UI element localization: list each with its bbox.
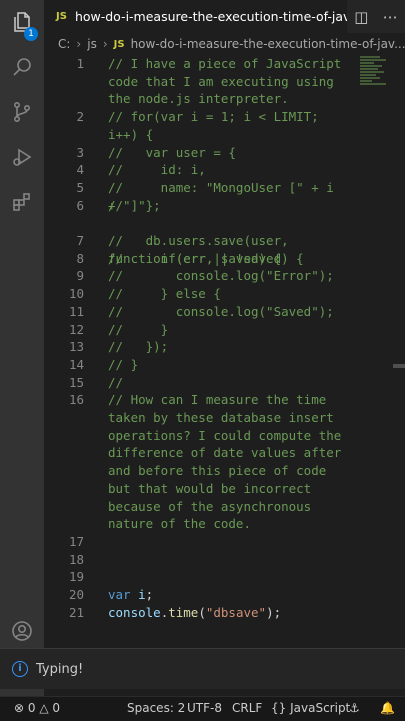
line-code: //: [108, 374, 124, 390]
language-mode[interactable]: {} JavaScript: [271, 701, 350, 715]
line-code: // } else {: [108, 286, 221, 302]
line-number: 19: [68, 569, 84, 585]
extensions-button[interactable]: [0, 182, 44, 222]
line-number: 16: [68, 392, 84, 408]
language-label: JavaScript: [290, 701, 351, 715]
split-editor-icon[interactable]: ◫: [354, 8, 368, 26]
braces-icon: {}: [271, 701, 287, 715]
line-number: 4: [76, 162, 84, 178]
chevron-right-icon: ›: [102, 37, 108, 51]
notification-toast: i Typing!: [0, 648, 405, 689]
indentation-setting[interactable]: Spaces: 2: [127, 701, 185, 715]
source-control-icon: [14, 101, 31, 122]
breadcrumb-folder[interactable]: js: [87, 37, 97, 51]
line-code: // id: i,: [108, 162, 206, 178]
minimap[interactable]: [360, 55, 392, 105]
explorer-badge: 1: [24, 27, 38, 41]
line-number: 9: [76, 268, 84, 284]
accounts-button[interactable]: [0, 611, 44, 651]
line-number: 21: [68, 604, 84, 620]
line-code: // });: [108, 339, 169, 355]
extensions-icon: [13, 193, 30, 211]
code-editor[interactable]: 1 // I have a piece of JavaScript code th…: [44, 55, 405, 640]
line-number: 5: [76, 179, 84, 195]
chevron-right-icon: ›: [76, 37, 82, 51]
eol-setting[interactable]: CRLF: [232, 701, 262, 715]
line-code: // console.log("Saved");: [108, 303, 334, 319]
activity-bar: 1: [0, 0, 44, 696]
line-code: // if(err || !saved) {: [108, 250, 304, 266]
search-button[interactable]: [0, 47, 44, 87]
breadcrumb: C: › js › JS how-do-i-measure-the-execut…: [44, 33, 405, 55]
editor-actions: ◫ ⋯: [347, 0, 405, 33]
line-number: 18: [68, 551, 84, 567]
line-number: 13: [68, 339, 84, 355]
explorer-button[interactable]: 1: [0, 2, 44, 42]
line-code: // }: [108, 356, 139, 372]
bell-icon[interactable]: 🔔: [380, 701, 395, 715]
line-number: 1: [76, 56, 84, 71]
javascript-file-icon: JS: [113, 38, 125, 50]
tab-bar: JS how-do-i-measure-the-execution-time-o…: [44, 0, 405, 33]
line-number: 14: [68, 356, 84, 372]
javascript-file-icon: JS: [56, 11, 67, 22]
line-number: 8: [76, 250, 84, 266]
more-actions-icon[interactable]: ⋯: [383, 8, 398, 26]
breadcrumb-file[interactable]: how-do-i-measure-the-execution-time-of-j…: [131, 37, 405, 51]
line-code: // var user = {: [108, 144, 236, 160]
line-number: 20: [68, 587, 84, 602]
problems-indicator[interactable]: ⊗ 0 △ 0: [14, 701, 60, 715]
line-number: 10: [68, 286, 84, 302]
tab-title: how-do-i-measure-the-execution-time-of-j…: [74, 9, 348, 24]
line-code: // for(var i = 1; i < LIMIT; i++) {: [108, 109, 327, 142]
scrollbar[interactable]: [393, 364, 405, 368]
error-count: 0: [27, 701, 36, 715]
line-number: 7: [76, 233, 84, 248]
run-debug-button[interactable]: [0, 137, 44, 177]
line-code: // I have a piece of JavaScript code tha…: [108, 56, 349, 107]
line-number: 11: [68, 303, 84, 319]
line-code: // console.log("Error");: [108, 268, 334, 284]
account-icon: [12, 621, 32, 641]
breadcrumb-drive[interactable]: C:: [58, 37, 70, 51]
info-icon: i: [12, 661, 28, 677]
line-number: 2: [76, 109, 84, 125]
line-number: 6: [76, 197, 84, 213]
debug-icon: [13, 148, 32, 166]
line-code: var i;: [108, 587, 154, 602]
line-code: // How can I measure the time taken by t…: [108, 392, 349, 532]
encoding-setting[interactable]: UTF-8: [187, 701, 222, 715]
line-number: 15: [68, 374, 84, 390]
line-number: 3: [76, 144, 84, 160]
status-bar: ⊗ 0 △ 0 Spaces: 2 UTF-8 CRLF {} JavaScri…: [0, 696, 405, 721]
editor-tab[interactable]: JS how-do-i-measure-the-execution-time-o…: [44, 0, 348, 33]
line-code: // };: [108, 197, 161, 213]
copilot-icon[interactable]: ⚓: [349, 701, 360, 715]
warning-icon: △: [39, 701, 49, 715]
line-code: console.time("dbsave");: [108, 604, 282, 620]
source-control-button[interactable]: [0, 92, 44, 132]
notification-message: Typing!: [36, 661, 84, 677]
warning-count: 0: [52, 701, 61, 715]
line-number: 17: [68, 533, 84, 549]
line-code: // }: [108, 321, 169, 337]
search-icon: [13, 58, 31, 76]
error-icon: ⊗: [14, 701, 25, 715]
line-number: 12: [68, 321, 84, 337]
